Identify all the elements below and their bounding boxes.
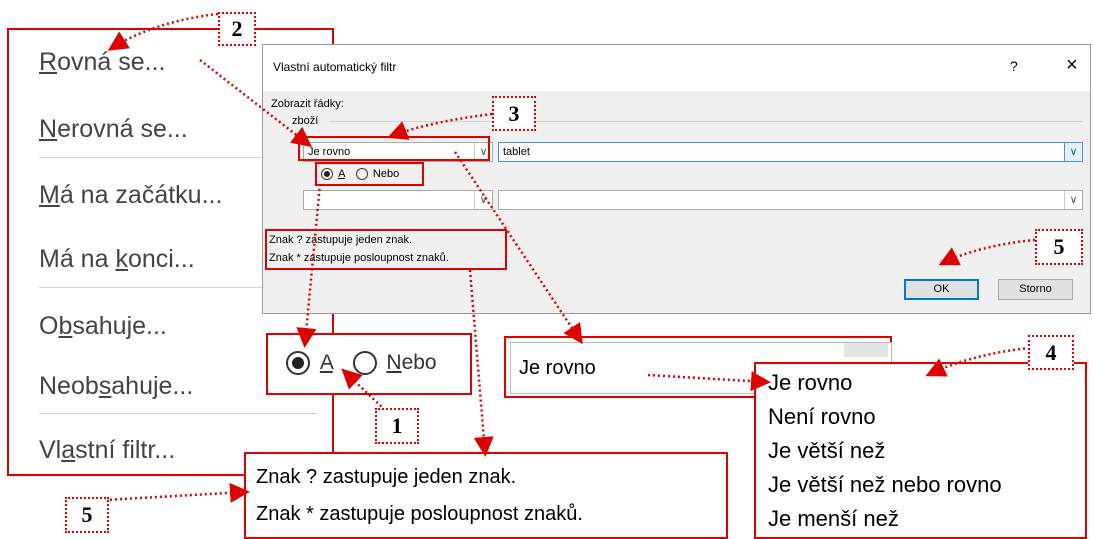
ok-button[interactable]: OK [904, 279, 979, 300]
zoom-dropdown-button[interactable] [844, 343, 888, 357]
radio-and-large-label: A [319, 351, 333, 374]
list-item[interactable]: Není rovno [768, 404, 876, 430]
list-item[interactable]: Je menší než [768, 506, 899, 532]
operator2-select[interactable]: ∨ [303, 190, 493, 210]
menu-item-not-equals[interactable]: Nerovná se... [39, 115, 188, 144]
chevron-down-icon[interactable]: ∨ [474, 191, 492, 209]
value2-combobox[interactable]: ∨ [498, 190, 1083, 210]
radio-and-large[interactable] [286, 351, 310, 376]
badge-5-hint: 5 [65, 497, 109, 533]
zoom-hint-line-2: Znak * zastupuje posloupnost znaků. [256, 503, 583, 525]
menu-item-custom-filter[interactable]: Vlastní filtr... [39, 436, 175, 465]
highlight-radio-group [315, 162, 424, 186]
help-icon[interactable]: ? [1010, 58, 1018, 74]
zoom-hint-line-1: Znak ? zastupuje jeden znak. [256, 466, 517, 488]
badge-5-ok: 5 [1035, 229, 1083, 265]
menu-item-ends-with[interactable]: Má na konci... [39, 245, 195, 274]
menu-item-contains[interactable]: Obsahuje... [39, 312, 167, 341]
close-icon[interactable]: × [1066, 54, 1078, 77]
highlight-hint [265, 229, 507, 270]
chevron-down-icon[interactable]: ∨ [1064, 191, 1082, 209]
badge-3: 3 [492, 96, 536, 131]
chevron-down-icon[interactable]: ∨ [1064, 143, 1082, 161]
list-item[interactable]: Je rovno [768, 370, 852, 396]
menu-item-equals[interactable]: Rovná se... [39, 48, 165, 77]
menu-item-does-not-contain[interactable]: Neobsahuje... [39, 372, 193, 401]
zoom-radio-group: A Nebo [266, 333, 472, 395]
radio-or-large-label: Nebo [386, 351, 437, 374]
dialog-body: Zobrazit řádky: zboží Je rovno ∨ tablet … [263, 91, 1090, 313]
badge-4: 4 [1028, 335, 1074, 370]
dialog-title: Vlastní automatický filtr [273, 60, 397, 74]
list-item[interactable]: Je větší než [768, 438, 885, 464]
badge-1: 1 [375, 408, 419, 444]
highlight-operator1 [298, 136, 490, 161]
zoom-operator-value: Je rovno [519, 357, 596, 379]
show-rows-label: Zobrazit řádky: [271, 98, 344, 110]
menu-item-begins-with[interactable]: Má na začátku... [39, 181, 222, 210]
menu-separator [39, 413, 317, 414]
arrow-5-to-hint [104, 482, 250, 503]
badge-2: 2 [218, 12, 256, 46]
zoom-operator-list: Je rovno Není rovno Je větší než Je větš… [754, 362, 1087, 539]
value1-text: tablet [503, 146, 530, 158]
cancel-button[interactable]: Storno [998, 279, 1073, 300]
zoom-hint-box: Znak ? zastupuje jeden znak. Znak * zast… [244, 452, 728, 539]
value1-combobox[interactable]: tablet ∨ [498, 142, 1083, 162]
radio-or-large[interactable] [352, 351, 377, 376]
group-divider [329, 121, 1083, 122]
list-item[interactable]: Je větší než nebo rovno [768, 472, 1002, 498]
field-label: zboží [292, 115, 319, 127]
